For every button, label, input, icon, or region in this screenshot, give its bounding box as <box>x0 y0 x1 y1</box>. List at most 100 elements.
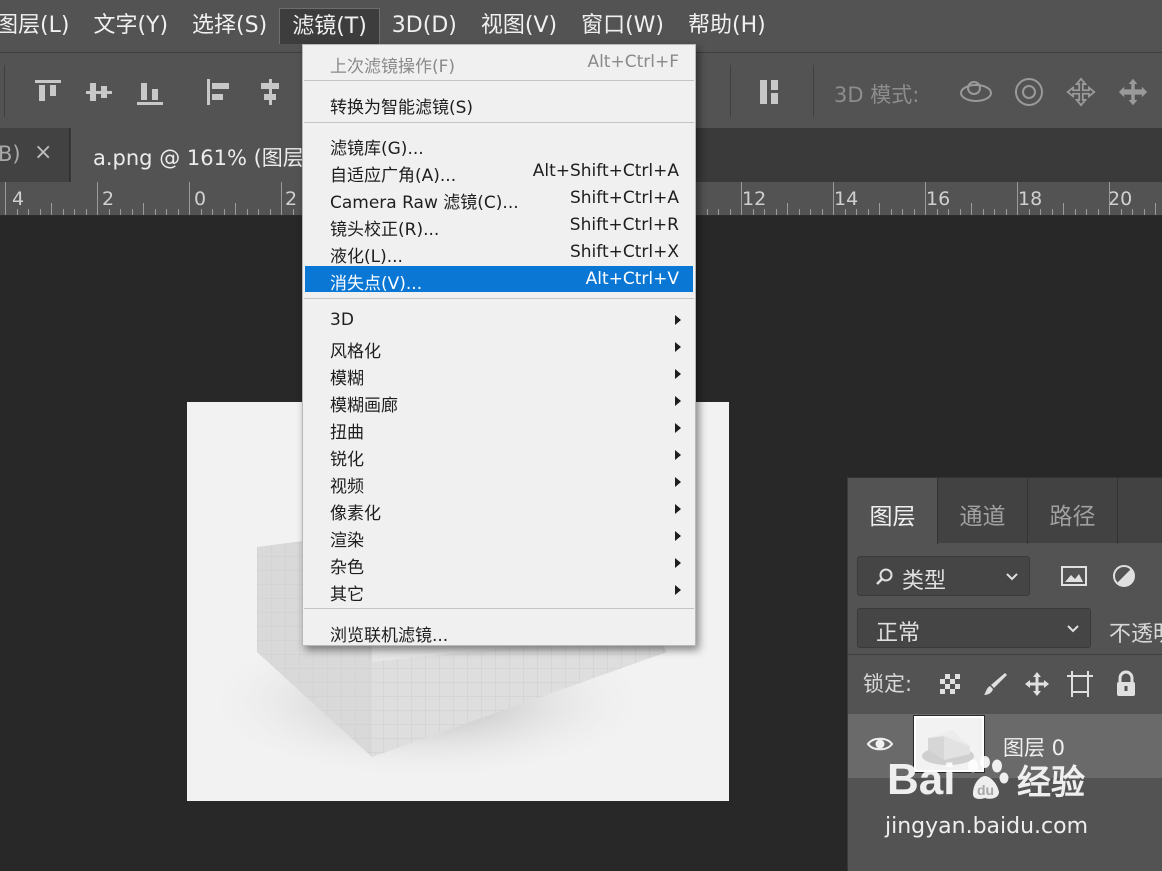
distribute-icon[interactable] <box>755 77 785 107</box>
menu-item-label: 镜头校正(R)... <box>330 220 440 240</box>
ruler-label: 12 <box>742 188 767 210</box>
3d-mode-label: 3D 模式: <box>834 83 920 107</box>
ruler-tick <box>281 182 282 215</box>
align-left-icon[interactable] <box>204 77 234 107</box>
menu-item-label: 杂色 <box>330 558 364 578</box>
ruler-tick <box>752 209 754 215</box>
align-vertical-center-icon[interactable] <box>84 77 114 107</box>
ruler-tick <box>85 209 87 215</box>
lock-artboard-icon[interactable] <box>1066 670 1094 698</box>
ruler-tick <box>51 203 52 215</box>
menu-type[interactable]: 文字(Y) <box>81 8 180 44</box>
ruler-tick <box>120 209 121 215</box>
submenu-render[interactable]: 渲染 <box>305 523 693 551</box>
tab-previous-document[interactable]: B) × <box>0 128 70 182</box>
eye-visibility-icon[interactable] <box>866 734 894 754</box>
menu-select[interactable]: 选择(S) <box>180 8 279 44</box>
menu-item-vanishing-point[interactable]: 消失点(V)... Alt+Ctrl+V <box>305 266 693 294</box>
rotate-3d-icon[interactable] <box>958 77 994 107</box>
menu-item-filter-gallery[interactable]: 滤镜库(G)... <box>305 131 693 159</box>
ruler-tick <box>1040 209 1041 215</box>
drag-3d-icon[interactable] <box>1064 77 1098 107</box>
lock-position-move-icon[interactable] <box>1023 670 1051 698</box>
submenu-video[interactable]: 视频 <box>305 469 693 497</box>
layers-panel-tabs: 图层 通道 路径 <box>848 477 1162 544</box>
submenu-other[interactable]: 其它 <box>305 577 693 605</box>
menu-item-shortcut: Shift+Ctrl+R <box>569 215 679 235</box>
menu-item-lens-correction[interactable]: 镜头校正(R)... Shift+Ctrl+R <box>305 212 693 240</box>
menu-3d[interactable]: 3D(D) <box>380 8 469 44</box>
separator <box>4 65 5 117</box>
align-horizontal-center-icon[interactable] <box>255 77 285 107</box>
slide-3d-icon[interactable] <box>1115 77 1151 107</box>
menu-item-browse-online-filters[interactable]: 浏览联机滤镜... <box>305 618 693 646</box>
layer-thumbnail[interactable] <box>914 716 984 772</box>
submenu-distort[interactable]: 扭曲 <box>305 415 693 443</box>
lock-image-pixels-brush-icon[interactable] <box>981 670 1009 698</box>
lock-all-icon[interactable] <box>1114 670 1138 698</box>
menu-window[interactable]: 窗口(W) <box>569 8 676 44</box>
submenu-sharpen[interactable]: 锐化 <box>305 442 693 470</box>
menu-item-adaptive-wide-angle[interactable]: 自适应广角(A)... Alt+Shift+Ctrl+A <box>305 158 693 186</box>
menu-item-convert-smart-filters[interactable]: 转换为智能滤镜(S) <box>305 90 693 118</box>
tab-channels[interactable]: 通道 <box>938 478 1028 544</box>
submenu-stylize[interactable]: 风格化 <box>305 334 693 362</box>
ruler-tick <box>97 182 98 215</box>
adjustment-filter-icon[interactable] <box>1111 563 1137 589</box>
roll-3d-icon[interactable] <box>1012 77 1046 107</box>
submenu-blur[interactable]: 模糊 <box>305 361 693 389</box>
ruler-tick <box>143 203 144 215</box>
menu-separator <box>304 80 694 81</box>
submenu-3d[interactable]: 3D <box>305 307 693 333</box>
menu-separator <box>304 122 694 123</box>
menu-item-camera-raw[interactable]: Camera Raw 滤镜(C)... Shift+Ctrl+A <box>305 185 693 213</box>
menu-layer[interactable]: 图层(L) <box>0 8 81 44</box>
ruler-label: 2 <box>285 188 298 210</box>
menu-item-label: Camera Raw 滤镜(C)... <box>330 193 519 213</box>
align-top-icon[interactable] <box>33 77 63 107</box>
close-icon[interactable]: × <box>34 140 52 165</box>
submenu-arrow-icon <box>675 504 681 514</box>
menu-view[interactable]: 视图(V) <box>469 8 569 44</box>
layer-name[interactable]: 图层 0 <box>1003 732 1065 762</box>
tab-layers[interactable]: 图层 <box>848 478 938 544</box>
menu-item-label: 视频 <box>330 477 364 497</box>
ruler-tick <box>729 209 731 215</box>
image-filter-icon[interactable] <box>1060 564 1088 588</box>
ruler-label: 4 <box>12 188 25 210</box>
lock-transparent-pixels-icon[interactable] <box>939 673 961 695</box>
menu-help[interactable]: 帮助(H) <box>676 8 778 44</box>
ruler-tick <box>706 209 708 215</box>
ruler-tick <box>856 209 857 215</box>
submenu-arrow-icon <box>675 450 681 460</box>
ruler-tick <box>1097 209 1099 215</box>
separator <box>848 654 1162 655</box>
ruler-label: 18 <box>1018 188 1043 210</box>
layers-panel: 图层 通道 路径 类型 正常 不透明 锁定: <box>847 477 1162 871</box>
submenu-arrow-icon <box>675 423 681 433</box>
submenu-arrow-icon <box>675 315 681 325</box>
ruler-tick <box>5 182 6 215</box>
menu-item-liquify[interactable]: 液化(L)... Shift+Ctrl+X <box>305 239 693 267</box>
layer-row-layer-0[interactable]: 图层 0 <box>848 714 1162 778</box>
submenu-noise[interactable]: 杂色 <box>305 550 693 578</box>
menu-item-label: 像素化 <box>330 504 381 524</box>
menu-separator <box>304 298 694 299</box>
submenu-arrow-icon <box>675 369 681 379</box>
ruler-tick <box>798 209 800 215</box>
submenu-arrow-icon <box>675 531 681 541</box>
menu-item-shortcut: Shift+Ctrl+X <box>569 242 679 262</box>
ruler-tick <box>1155 203 1156 215</box>
menu-filter[interactable]: 滤镜(T) <box>279 8 380 44</box>
submenu-pixelate[interactable]: 像素化 <box>305 496 693 524</box>
blend-mode-select[interactable]: 正常 <box>857 608 1091 648</box>
separator <box>730 65 731 117</box>
filter-dropdown-menu: 上次滤镜操作(F) Alt+Ctrl+F 转换为智能滤镜(S) 滤镜库(G)..… <box>302 44 696 646</box>
ruler-tick <box>833 182 834 215</box>
submenu-blur-gallery[interactable]: 模糊画廊 <box>305 388 693 416</box>
ruler-tick <box>1086 209 1087 215</box>
tab-paths[interactable]: 路径 <box>1028 478 1118 544</box>
ruler-tick <box>982 209 984 215</box>
layer-filter-kind-select[interactable]: 类型 <box>857 556 1030 596</box>
align-bottom-icon[interactable] <box>135 77 165 107</box>
